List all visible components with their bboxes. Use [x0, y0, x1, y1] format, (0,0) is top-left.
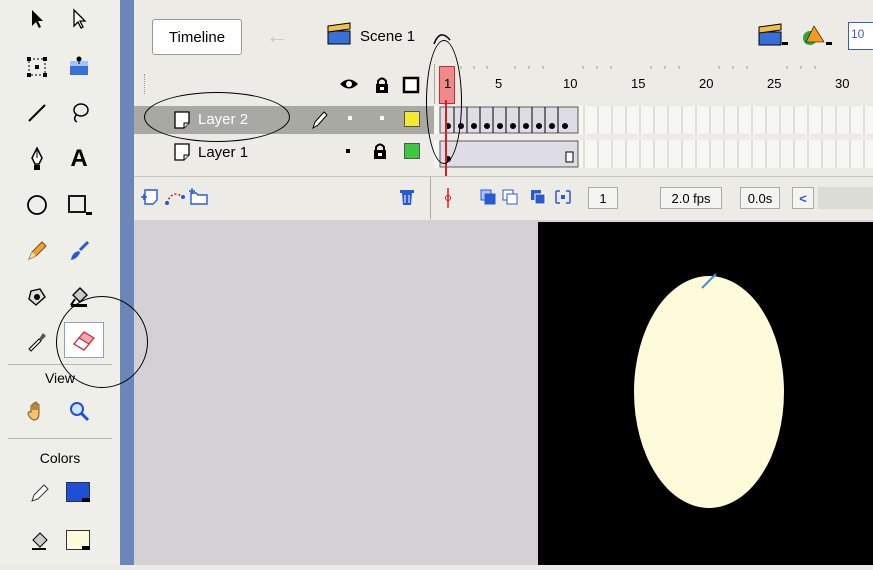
scroll-left-icon[interactable]: <: [792, 187, 814, 209]
timeline-scrollbar[interactable]: [818, 187, 873, 209]
divider: [8, 438, 112, 439]
layer-locked-icon[interactable]: [372, 142, 388, 165]
arrow-tool-icon[interactable]: [20, 4, 54, 34]
outline-icon[interactable]: [402, 76, 420, 99]
onion-skin-outlines-icon[interactable]: [502, 189, 518, 210]
text-tool-icon[interactable]: A: [62, 144, 96, 174]
layer-name[interactable]: Layer 1: [198, 144, 248, 161]
fill-color-swatch[interactable]: [66, 530, 90, 550]
annotation-circle-frame-1: [426, 40, 462, 164]
rectangle-tool-icon[interactable]: [62, 190, 96, 220]
edit-scene-icon[interactable]: [756, 22, 788, 55]
pencil-edit-icon: [310, 110, 328, 135]
back-arrow-icon[interactable]: ←: [262, 22, 292, 50]
lasso-tool-icon[interactable]: [62, 98, 96, 128]
add-motion-guide-icon[interactable]: [164, 187, 186, 212]
pen-tool-icon[interactable]: [20, 144, 54, 174]
hand-tool-icon[interactable]: [20, 396, 54, 426]
panel-divider: [120, 0, 134, 565]
fill-transform-tool-icon[interactable]: [62, 52, 96, 82]
stroke-color-swatch[interactable]: [66, 482, 90, 502]
tools-panel: A View Colors: [0, 0, 120, 565]
center-frame-icon[interactable]: [442, 187, 454, 214]
stroke-color-pencil-icon: [28, 478, 52, 508]
oval-shape[interactable]: [634, 276, 784, 508]
panel-grip[interactable]: [144, 74, 149, 94]
timeline-button[interactable]: Timeline: [152, 19, 242, 55]
frame-ruler[interactable]: 1 5 10 15 20 25 30: [434, 64, 873, 104]
divider: [430, 177, 431, 219]
outline-color-swatch[interactable]: [404, 143, 420, 159]
visibility-dot[interactable]: [346, 149, 350, 153]
edit-symbols-icon[interactable]: [800, 22, 832, 55]
free-transform-tool-icon[interactable]: [20, 52, 54, 82]
ink-bottle-tool-icon[interactable]: [20, 282, 54, 312]
pencil-tool-icon[interactable]: [20, 236, 54, 266]
annotation-circle-layer-2: [144, 92, 290, 142]
brush-tool-icon[interactable]: [62, 236, 96, 266]
visibility-dot[interactable]: [348, 116, 352, 120]
colors-section-label: Colors: [39, 450, 81, 466]
zoom-field[interactable]: 10: [848, 22, 873, 50]
insert-layer-icon[interactable]: [140, 187, 162, 212]
insert-folder-icon[interactable]: [188, 187, 210, 212]
ruler-ticks: [460, 66, 816, 69]
timeline-status-bar: 1 2.0 fps 0.0s <: [134, 176, 873, 219]
edit-multiple-frames-icon[interactable]: [530, 189, 546, 210]
modify-onion-markers-icon[interactable]: [554, 189, 572, 210]
layer-row-layer-1[interactable]: Layer 1: [134, 140, 434, 168]
elapsed-time-field: 0.0s: [740, 187, 780, 209]
lock-dot[interactable]: [380, 116, 384, 120]
outline-color-swatch[interactable]: [404, 111, 420, 127]
annotation-arc: [433, 34, 451, 45]
scene-name[interactable]: Scene 1: [360, 28, 415, 45]
delete-layer-icon[interactable]: [398, 187, 416, 212]
zoom-tool-icon[interactable]: [62, 396, 96, 426]
current-frame-field: 1: [588, 187, 618, 209]
frames-layer-1[interactable]: [434, 140, 873, 168]
subselect-tool-icon[interactable]: [62, 4, 96, 34]
oval-tool-icon[interactable]: [20, 190, 54, 220]
onion-skin-icon[interactable]: [480, 189, 496, 210]
annotation-circle-eraser: [56, 296, 148, 388]
fill-color-bucket-icon: [28, 526, 52, 556]
line-tool-icon[interactable]: [20, 98, 54, 128]
eye-icon[interactable]: [338, 76, 360, 97]
eyedropper-tool-icon[interactable]: [20, 326, 54, 356]
layer-icon: [172, 142, 194, 167]
frame-rate-field[interactable]: 2.0 fps: [660, 187, 722, 209]
frames-layer-2[interactable]: [434, 106, 873, 134]
stage[interactable]: [538, 222, 873, 565]
scene-clapper-icon: [325, 22, 353, 46]
lock-icon[interactable]: [374, 76, 390, 99]
